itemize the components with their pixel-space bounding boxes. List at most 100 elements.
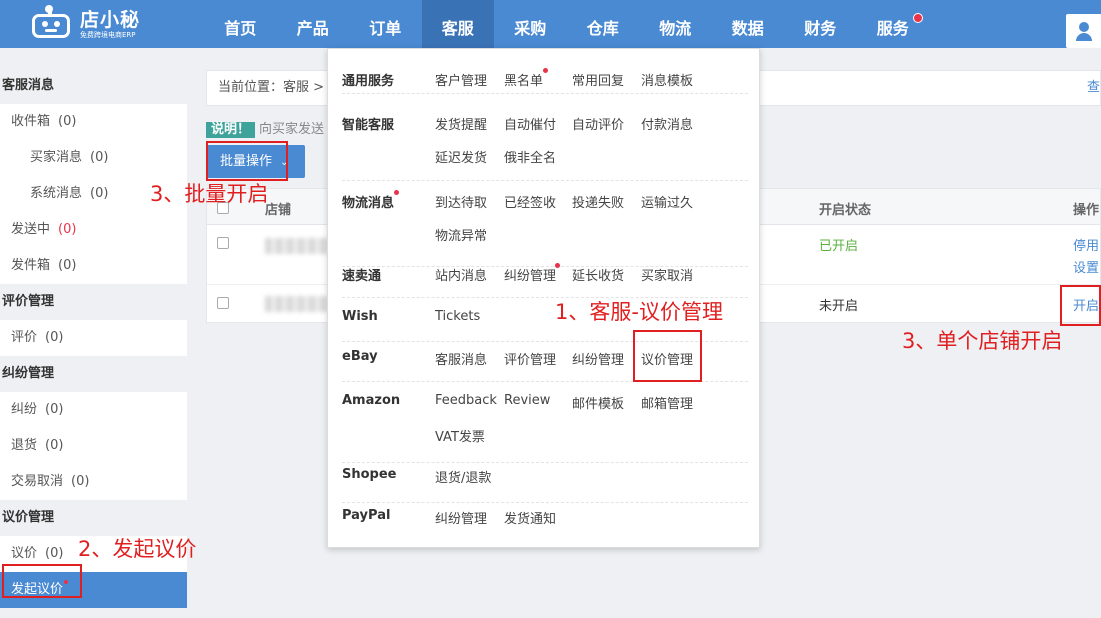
menu-category: Shopee (342, 467, 397, 482)
menu-link-service-messages[interactable]: 客服消息 (435, 349, 487, 368)
nav-home[interactable]: 首页 (204, 0, 277, 48)
logo-name: 店小秘 (80, 8, 141, 31)
description-note: 说明！ 向买家发送 (206, 118, 324, 138)
menu-link-review[interactable]: Review (504, 393, 550, 408)
annotation-box-offer-management (633, 330, 702, 382)
nav-products[interactable]: 产品 (277, 0, 350, 48)
sidebar-item-buyer-messages[interactable]: 买家消息 (0) (0, 140, 187, 176)
sidebar-item-inbox[interactable]: 收件箱 (0) (0, 104, 187, 140)
row-checkbox[interactable] (217, 297, 229, 309)
menu-category: 物流消息 (342, 196, 395, 211)
menu-category: Wish (342, 309, 378, 324)
note-tag: 说明！ (206, 122, 256, 138)
sidebar-item-sending[interactable]: 发送中 (0) (0, 212, 187, 248)
annotation-box-enable (1060, 285, 1101, 326)
nav-orders[interactable]: 订单 (349, 0, 422, 48)
menu-link-auto-payment-reminder[interactable]: 自动催付 (504, 114, 556, 133)
menu-section-paypal: PayPal 纠纷管理 发货通知 (342, 503, 748, 543)
menu-link-extend-receipt[interactable]: 延长收货 (572, 265, 624, 284)
nav-finance[interactable]: 财务 (784, 0, 857, 48)
menu-category: 通用服务 (342, 74, 395, 89)
annotation-step3-batch: 3、批量开启 (150, 182, 269, 206)
annotation-step3-single: 3、单个店铺开启 (902, 329, 1063, 353)
sidebar: 客服消息 收件箱 (0) 买家消息 (0) 系统消息 (0) 发送中 (0) 发件箱 (0… (0, 68, 187, 608)
menu-category: 速卖通 (342, 269, 382, 284)
new-badge-dot (543, 68, 548, 73)
menu-link-returns-refunds[interactable]: 退货/退款 (435, 467, 491, 486)
sidebar-item-disputes[interactable]: 纠纷 (0) (0, 392, 187, 428)
status-enabled: 已开启 (819, 239, 859, 254)
header-store: 店铺 (265, 203, 292, 218)
menu-link-delivery-failed[interactable]: 投递失败 (572, 192, 624, 211)
sidebar-item-cancellations[interactable]: 交易取消 (0) (0, 464, 187, 500)
menu-section-shopee: Shopee 退货/退款 (342, 463, 748, 503)
sidebar-group-messages: 客服消息 (0, 68, 187, 104)
menu-link-russian-full-name[interactable]: 俄非全名 (504, 147, 556, 166)
menu-link-awaiting-pickup[interactable]: 到达待取 (435, 192, 487, 211)
menu-link-site-messages[interactable]: 站内消息 (435, 265, 487, 284)
robot-logo-icon (28, 5, 74, 40)
nav-data[interactable]: 数据 (712, 0, 785, 48)
logo-tagline: 免费跨境电商ERP (80, 30, 136, 39)
nav-logistics[interactable]: 物流 (639, 0, 712, 48)
status-disabled: 未开启 (819, 299, 859, 314)
nav-purchasing[interactable]: 采购 (494, 0, 567, 48)
menu-link-long-transit[interactable]: 运输过久 (641, 192, 693, 211)
menu-link-vat-invoice[interactable]: VAT发票 (435, 426, 485, 445)
menu-category: PayPal (342, 508, 391, 523)
menu-link-auto-review[interactable]: 自动评价 (572, 114, 624, 133)
main-nav: 首页 产品 订单 客服 采购 仓库 物流 数据 财务 服务 (204, 0, 929, 48)
annotation-step1: 1、客服-议价管理 (555, 300, 723, 324)
logo[interactable]: 店小秘 免费跨境电商ERP (28, 4, 140, 44)
sidebar-item-outbox[interactable]: 发件箱 (0) (0, 248, 187, 284)
row-checkbox[interactable] (217, 237, 229, 249)
menu-link-delivered[interactable]: 已经签收 (504, 192, 556, 211)
menu-category: Amazon (342, 393, 401, 408)
breadcrumb-right-link[interactable]: 查 (1087, 71, 1100, 105)
menu-link-logistics-exception[interactable]: 物流异常 (435, 225, 487, 244)
menu-link-tickets[interactable]: Tickets (435, 309, 480, 324)
menu-category: eBay (342, 349, 378, 364)
annotation-box-batch (206, 141, 288, 181)
header-actions: 操作 (1073, 203, 1100, 218)
nav-warehouse[interactable]: 仓库 (567, 0, 640, 48)
top-navbar: 店小秘 免费跨境电商ERP 首页 产品 订单 客服 采购 仓库 物流 数据 财务… (0, 0, 1101, 48)
sidebar-group-offers: 议价管理 (0, 500, 187, 536)
menu-link-review-management[interactable]: 评价管理 (504, 349, 556, 368)
menu-link-paypal-disputes[interactable]: 纠纷管理 (435, 508, 487, 527)
sidebar-item-returns[interactable]: 退货 (0) (0, 428, 187, 464)
menu-link-shipping-notification[interactable]: 发货通知 (504, 508, 556, 527)
menu-link-ebay-disputes[interactable]: 纠纷管理 (572, 349, 624, 368)
sidebar-group-reviews: 评价管理 (0, 284, 187, 320)
menu-link-dispute-management[interactable]: 纠纷管理 (504, 265, 556, 284)
store-name-blurred (265, 238, 333, 254)
nav-services[interactable]: 服务 (857, 0, 930, 48)
sidebar-item-reviews[interactable]: 评价 (0) (0, 320, 187, 356)
menu-link-payment-message[interactable]: 付款消息 (641, 114, 693, 133)
new-badge-dot (555, 263, 560, 268)
menu-link-buyer-cancel[interactable]: 买家取消 (641, 265, 693, 284)
menu-link-shipping-reminder[interactable]: 发货提醒 (435, 114, 487, 133)
menu-link-quick-replies[interactable]: 常用回复 (572, 70, 624, 89)
nav-customer-service[interactable]: 客服 (421, 0, 494, 48)
store-name-blurred (265, 296, 333, 312)
menu-section-smart: 智能客服 发货提醒 自动催付 自动评价 付款消息 延迟发货 俄非全名 (342, 94, 748, 181)
notification-dot (913, 13, 923, 23)
menu-link-feedback[interactable]: Feedback (435, 393, 497, 408)
header-status: 开启状态 (819, 203, 872, 218)
menu-link-email-templates[interactable]: 邮件模板 (572, 393, 624, 412)
menu-category: 智能客服 (342, 118, 395, 133)
menu-link-blacklist[interactable]: 黑名单 (504, 70, 543, 89)
menu-link-message-templates[interactable]: 消息模板 (641, 70, 693, 89)
annotation-box-start-offer (2, 564, 82, 598)
new-badge-dot (394, 190, 399, 195)
menu-link-customer-management[interactable]: 客户管理 (435, 70, 487, 89)
menu-link-mailbox-management[interactable]: 邮箱管理 (641, 393, 693, 412)
disable-link[interactable]: 停用 (1073, 235, 1099, 254)
menu-section-general: 通用服务 客户管理 黑名单 常用回复 消息模板 (342, 49, 748, 94)
settings-link[interactable]: 设置 (1073, 257, 1099, 276)
menu-link-delayed-shipping[interactable]: 延迟发货 (435, 147, 487, 166)
menu-section-amazon: Amazon Feedback Review 邮件模板 邮箱管理 VAT发票 (342, 382, 748, 463)
menu-section-logistics: 物流消息 到达待取 已经签收 投递失败 运输过久 物流异常 (342, 181, 748, 267)
user-button[interactable] (1066, 14, 1101, 48)
